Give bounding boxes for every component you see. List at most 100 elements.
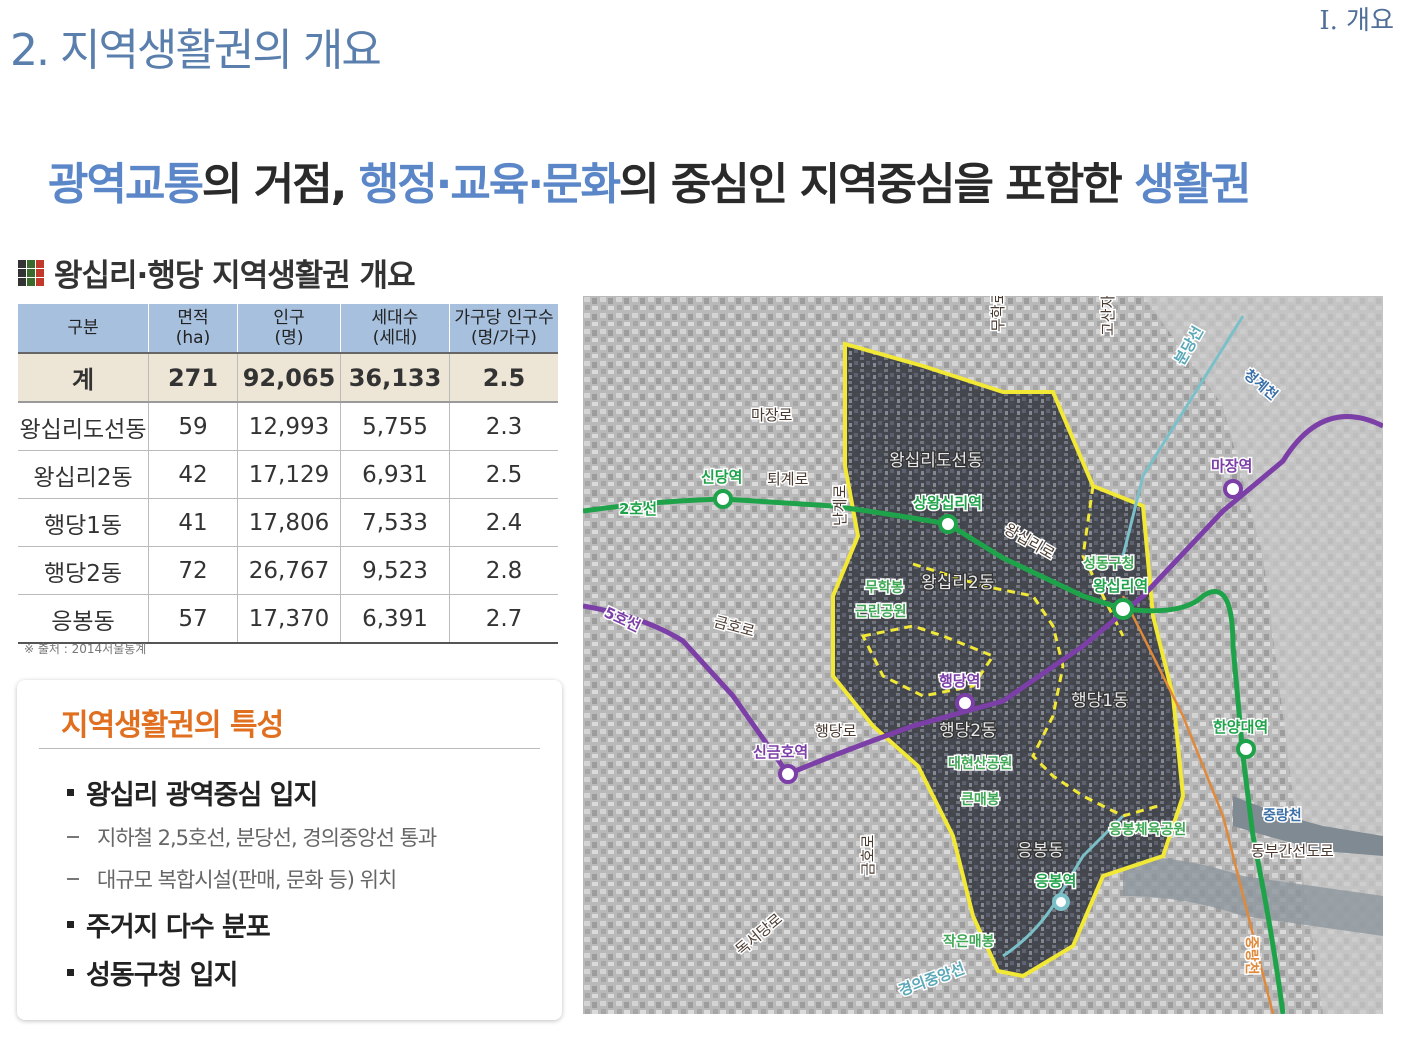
road-label-nangyero: 난계로 bbox=[831, 484, 849, 526]
table-row: 왕십리2동 42 17,129 6,931 2.5 bbox=[18, 450, 558, 499]
feature-item: 성동구청 입지 bbox=[67, 948, 436, 996]
cell: 2.5 bbox=[449, 353, 558, 403]
station-marker-sangwangsimni bbox=[938, 514, 958, 534]
stream-label-jungnang-vertical: 중랑천 bbox=[1243, 936, 1259, 975]
cell: 2.3 bbox=[449, 402, 558, 451]
line2-label: 2호선 bbox=[619, 500, 657, 518]
table-row: 왕십리도선동 59 12,993 5,755 2.3 bbox=[18, 402, 558, 451]
table-section-title-text: 왕십리·행당 지역생활권 개요 bbox=[54, 258, 416, 294]
park-label-muhakbong: 무학봉 bbox=[865, 580, 904, 596]
square-bullet-icon bbox=[67, 788, 74, 796]
headline-highlight-transport: 광역교통 bbox=[48, 159, 204, 210]
features-title: 지역생활권의 특성 bbox=[61, 708, 284, 743]
grid-bullet-icon bbox=[18, 259, 44, 286]
cell: 2.4 bbox=[449, 498, 558, 547]
district-label-wangsimni2: 왕십리2동 bbox=[921, 573, 994, 593]
header-area: 면적 (ha) bbox=[148, 304, 238, 354]
road-label-muhakro: 무학로 bbox=[989, 296, 1007, 332]
road-label-toegyero: 퇴계로 bbox=[767, 470, 809, 488]
cell: 26,767 bbox=[237, 546, 341, 595]
cell: 6,391 bbox=[340, 594, 450, 644]
station-label-sindang: 신당역 bbox=[701, 468, 742, 486]
table-row: 응봉동 57 17,370 6,391 2.7 bbox=[18, 594, 558, 644]
table-row: 행당2동 72 26,767 9,523 2.8 bbox=[18, 546, 558, 595]
cell: 42 bbox=[148, 450, 238, 499]
station-label-sangwangsimni: 상왕십리역 bbox=[913, 494, 982, 512]
cell: 271 bbox=[148, 353, 238, 403]
road-label-geumhoro-2: 금호로 bbox=[859, 834, 877, 876]
cell: 7,533 bbox=[340, 498, 450, 547]
landmark-seongdong-office: 성동구청 bbox=[1083, 556, 1135, 572]
cell: 59 bbox=[148, 402, 238, 451]
district-label-eungbong: 응봉동 bbox=[1017, 841, 1064, 861]
cell: 92,065 bbox=[237, 353, 341, 403]
road-label-haengdangro: 행당로 bbox=[815, 722, 857, 740]
cell: 행당1동 bbox=[18, 498, 149, 547]
feature-subitem: 대규모 복합시설(판매, 문화 등) 위치 bbox=[67, 858, 436, 900]
park-label-muhakbong-2: 근린공원 bbox=[855, 603, 907, 620]
table-total-row: 계 271 92,065 36,133 2.5 bbox=[18, 353, 558, 403]
station-marker-haengdang bbox=[955, 693, 975, 713]
header-population: 인구 (명) bbox=[237, 304, 341, 354]
feature-subtext: 대규모 복합시설(판매, 문화 등) 위치 bbox=[97, 868, 397, 892]
station-marker-sindang bbox=[713, 489, 733, 509]
cell: 응봉동 bbox=[18, 594, 149, 644]
landmark-jageunmaebong: 작은매봉 bbox=[943, 933, 995, 950]
cell: 17,370 bbox=[237, 594, 341, 644]
stream-label-jungnangcheon: 중랑천 bbox=[1263, 808, 1302, 824]
header-persons-per-household: 가구당 인구수 (명/가구) bbox=[449, 304, 558, 354]
features-box: 지역생활권의 특성 왕십리 광역중심 입지 지하철 2,5호선, 분당선, 경의… bbox=[17, 680, 562, 1020]
cell: 행당2동 bbox=[18, 546, 149, 595]
cell: 왕십리도선동 bbox=[18, 402, 149, 451]
feature-item: 주거지 다수 분포 bbox=[67, 900, 436, 948]
station-marker-hanyang bbox=[1236, 739, 1256, 759]
cell: 72 bbox=[148, 546, 238, 595]
road-label-majangro: 마장로 bbox=[751, 406, 793, 424]
cell: 9,523 bbox=[340, 546, 450, 595]
dash-bullet-icon bbox=[67, 836, 79, 838]
station-label-majang: 마장역 bbox=[1211, 457, 1252, 475]
table-source-note: ※ 출처 : 2014서울통계 bbox=[24, 642, 147, 656]
dash-bullet-icon bbox=[67, 878, 79, 880]
road-label-dongbu: 동부간선도로 bbox=[1251, 842, 1334, 860]
table-section-title: 왕십리·행당 지역생활권 개요 bbox=[18, 250, 416, 295]
headline-highlight-admin: 행정·교육·문화 bbox=[358, 159, 621, 210]
station-marker-majang bbox=[1223, 479, 1243, 499]
park-label-eungbong: 응봉체육공원 bbox=[1109, 822, 1186, 838]
station-label-hanyang: 한양대역 bbox=[1213, 718, 1268, 736]
headline-highlight-livingzone: 생활권 bbox=[1134, 159, 1251, 210]
feature-text: 성동구청 입지 bbox=[86, 959, 238, 991]
feature-text: 주거지 다수 분포 bbox=[86, 911, 271, 943]
cell: 2.7 bbox=[449, 594, 558, 644]
station-label-eungbong: 응봉역 bbox=[1035, 872, 1076, 890]
cell: 36,133 bbox=[340, 353, 450, 403]
cell: 17,129 bbox=[237, 450, 341, 499]
table-row: 행당1동 41 17,806 7,533 2.4 bbox=[18, 498, 558, 547]
feature-item: 왕십리 광역중심 입지 bbox=[67, 768, 436, 816]
headline: 광역교통의 거점, 행정·교육·문화의 중심인 지역중심을 포함한 생활권 bbox=[48, 148, 1252, 212]
park-label-daehyeonsan: 대현산공원 bbox=[948, 755, 1012, 772]
square-bullet-icon bbox=[67, 968, 74, 976]
district-label-doseon: 왕십리도선동 bbox=[889, 451, 983, 471]
cell: 5,755 bbox=[340, 402, 450, 451]
landmark-eunmaebong: 큰매봉 bbox=[961, 792, 1000, 808]
aerial-map-svg: 신당역 상왕십리역 왕십리역 마장역 행당역 신금호역 한양대역 응봉역 2호선… bbox=[583, 296, 1383, 1014]
feature-subitem: 지하철 2,5호선, 분당선, 경의중앙선 통과 bbox=[67, 816, 437, 858]
station-label-singeumho: 신금호역 bbox=[753, 743, 808, 761]
square-bullet-icon bbox=[67, 920, 74, 928]
chapter-label: Ⅰ. 개요 bbox=[1319, 6, 1394, 36]
divider bbox=[39, 748, 540, 749]
cell: 2.5 bbox=[449, 450, 558, 499]
cell: 계 bbox=[18, 353, 149, 403]
headline-text-1: 의 거점, bbox=[201, 159, 359, 210]
header-category: 구분 bbox=[18, 304, 149, 354]
station-marker-eungbong bbox=[1052, 893, 1070, 911]
feature-text: 왕십리 광역중심 입지 bbox=[86, 779, 318, 811]
cell: 57 bbox=[148, 594, 238, 644]
road-label-gosanjaro: 고산자로 bbox=[1099, 296, 1117, 336]
headline-text-2: 의 중심인 지역중심을 포함한 bbox=[619, 159, 1135, 210]
table-header-row: 구분 면적 (ha) 인구 (명) 세대수 (세대) 가구당 인구수 (명/가구… bbox=[18, 304, 558, 354]
cell: 2.8 bbox=[449, 546, 558, 595]
district-label-haengdang2: 행당2동 bbox=[939, 721, 997, 741]
features-list: 왕십리 광역중심 입지 지하철 2,5호선, 분당선, 경의중앙선 통과 대규모… bbox=[67, 768, 437, 996]
